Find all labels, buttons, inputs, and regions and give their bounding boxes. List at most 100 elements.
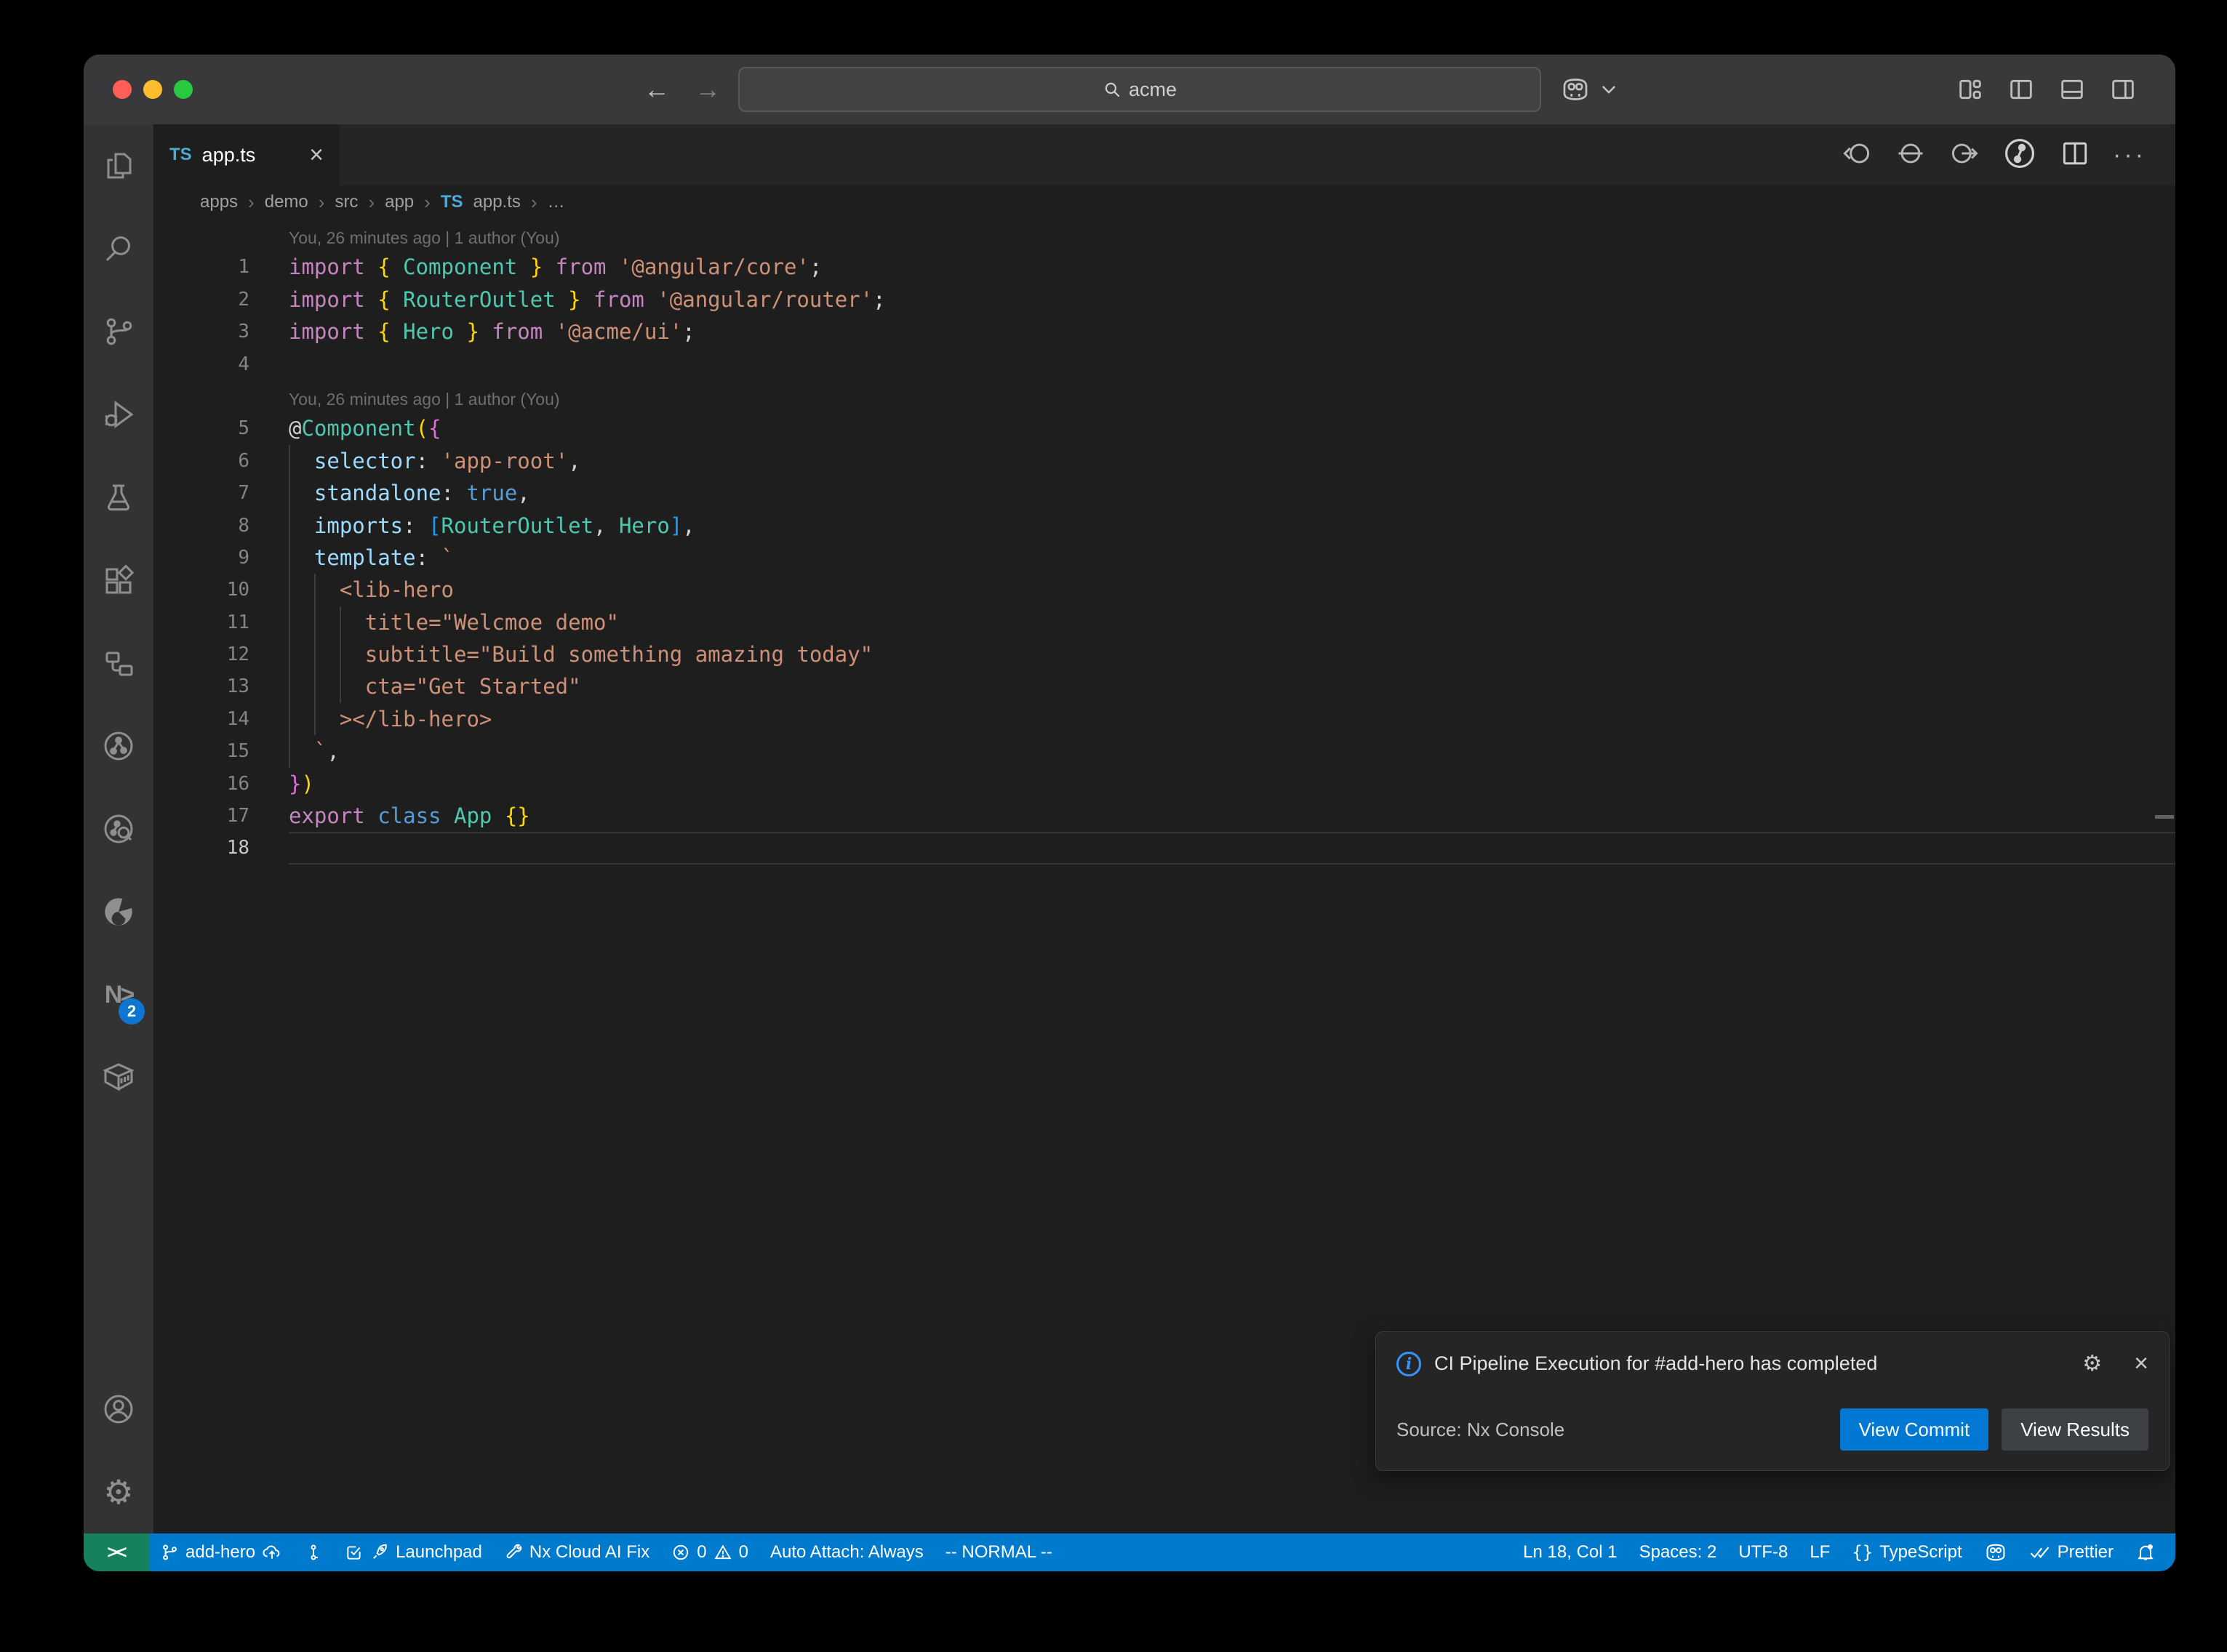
title-bar: ← → acme bbox=[84, 55, 2175, 124]
code-line-14[interactable]: 14 ></lib-hero> bbox=[153, 703, 2175, 735]
command-center-search[interactable]: acme bbox=[738, 67, 1541, 112]
commits-icon bbox=[304, 1543, 323, 1562]
indent-guide bbox=[289, 510, 290, 542]
code-line-16[interactable]: 16}) bbox=[153, 768, 2175, 800]
indentation-item[interactable]: Spaces: 2 bbox=[1628, 1533, 1728, 1571]
vim-mode-item[interactable]: -- NORMAL -- bbox=[935, 1533, 1063, 1571]
code-line-8[interactable]: 8 imports: [RouterOutlet, Hero], bbox=[153, 510, 2175, 542]
language-mode-item[interactable]: {} TypeScript bbox=[1841, 1533, 1972, 1571]
search-icon bbox=[1103, 80, 1122, 99]
chevron-down-icon[interactable] bbox=[1601, 84, 1617, 95]
circle-arrow-right-icon[interactable] bbox=[1948, 137, 1980, 173]
code-line-15[interactable]: 15 `, bbox=[153, 735, 2175, 767]
launchpad-item[interactable]: Launchpad bbox=[334, 1533, 493, 1571]
copilot-status-item[interactable] bbox=[1973, 1533, 2018, 1571]
line-number: 3 bbox=[153, 316, 289, 348]
braces-icon: {} bbox=[1852, 1542, 1873, 1563]
notification-settings-gear-icon[interactable]: ⚙ bbox=[2082, 1351, 2102, 1376]
code-line-5[interactable]: 5@Component({ bbox=[153, 412, 2175, 444]
package-icon[interactable] bbox=[84, 1036, 153, 1119]
cursor-position-item[interactable]: Ln 18, Col 1 bbox=[1512, 1533, 1628, 1571]
code-line-11[interactable]: 11 title="Welcmoe demo" bbox=[153, 606, 2175, 638]
search-view-icon[interactable] bbox=[84, 207, 153, 290]
error-icon bbox=[671, 1543, 690, 1562]
warning-icon bbox=[713, 1543, 732, 1562]
more-actions-icon[interactable]: ··· bbox=[2113, 141, 2146, 169]
history-back-icon[interactable]: ← bbox=[644, 74, 670, 105]
notification-close-icon[interactable]: × bbox=[2134, 1350, 2148, 1378]
nx-cloud-item[interactable]: Nx Cloud AI Fix bbox=[493, 1533, 660, 1571]
indent-guide bbox=[289, 606, 290, 638]
circle-dash-icon[interactable] bbox=[1895, 137, 1927, 173]
code-line-7[interactable]: 7 standalone: true, bbox=[153, 477, 2175, 509]
code-line-12[interactable]: 12 subtitle="Build something amazing tod… bbox=[153, 638, 2175, 670]
eol-item[interactable]: LF bbox=[1799, 1533, 1841, 1571]
line-number: 16 bbox=[153, 768, 289, 800]
notifications-bell-item[interactable] bbox=[2124, 1533, 2167, 1571]
breadcrumb-trail[interactable]: … bbox=[548, 192, 565, 212]
copilot-icon[interactable] bbox=[1560, 76, 1591, 103]
extensions-icon[interactable] bbox=[84, 539, 153, 622]
line-number: 2 bbox=[153, 284, 289, 316]
code-line-1[interactable]: 1import { Component } from '@angular/cor… bbox=[153, 251, 2175, 283]
indent-guide bbox=[289, 574, 290, 606]
commits-item[interactable] bbox=[293, 1533, 334, 1571]
problems-item[interactable]: 0 0 bbox=[660, 1533, 759, 1571]
zoom-window-button[interactable] bbox=[174, 80, 193, 99]
breadcrumb-item[interactable]: apps bbox=[200, 192, 238, 212]
breadcrumb-item[interactable]: src bbox=[335, 192, 358, 212]
chevron-right-icon: › bbox=[531, 191, 537, 214]
indent-guide bbox=[340, 638, 341, 670]
indent-guide bbox=[340, 670, 341, 702]
breadcrumb-item[interactable]: demo bbox=[265, 192, 308, 212]
nav-back-circle-icon[interactable] bbox=[1841, 137, 1873, 173]
explorer-icon[interactable] bbox=[84, 124, 153, 207]
commit-graph-circle-icon[interactable] bbox=[2002, 136, 2037, 175]
indent-guide bbox=[289, 735, 290, 767]
hierarchy-view-icon[interactable] bbox=[84, 622, 153, 705]
toggle-secondary-sidebar-icon[interactable] bbox=[2108, 75, 2138, 104]
customize-layout-icon[interactable] bbox=[1956, 75, 1985, 104]
formatter-item[interactable]: Prettier bbox=[2018, 1533, 2124, 1571]
toggle-panel-icon[interactable] bbox=[2058, 75, 2087, 104]
copilot-icon bbox=[1984, 1542, 2007, 1563]
code-line-9[interactable]: 9 template: ` bbox=[153, 542, 2175, 574]
nx-console-icon[interactable]: N> 2 bbox=[84, 953, 153, 1036]
indent-guide bbox=[314, 638, 316, 670]
testing-icon[interactable] bbox=[84, 456, 153, 539]
close-window-button[interactable] bbox=[113, 80, 132, 99]
code-line-2[interactable]: 2import { RouterOutlet } from '@angular/… bbox=[153, 284, 2175, 316]
history-forward-icon[interactable]: → bbox=[695, 74, 721, 105]
breadcrumb: apps › demo › src › app › TS app.ts › … bbox=[153, 185, 2175, 219]
view-commit-button[interactable]: View Commit bbox=[1840, 1408, 1989, 1451]
code-line-4[interactable]: 4 bbox=[153, 348, 2175, 380]
line-number: 11 bbox=[153, 606, 289, 638]
source-control-icon[interactable] bbox=[84, 290, 153, 373]
git-branch-item[interactable]: add-hero bbox=[149, 1533, 293, 1571]
split-editor-icon[interactable] bbox=[2059, 137, 2091, 173]
tab-close-icon[interactable]: × bbox=[309, 143, 324, 167]
run-debug-icon[interactable] bbox=[84, 373, 153, 456]
tab-app-ts[interactable]: TS app.ts × bbox=[153, 124, 340, 185]
code-line-3[interactable]: 3import { Hero } from '@acme/ui'; bbox=[153, 316, 2175, 348]
minimize-window-button[interactable] bbox=[143, 80, 162, 99]
graph-search-icon[interactable] bbox=[84, 787, 153, 870]
code-line-17[interactable]: 17export class App {} bbox=[153, 800, 2175, 832]
tab-bar: TS app.ts × bbox=[153, 124, 2175, 185]
project-graph-icon[interactable] bbox=[84, 705, 153, 787]
settings-gear-icon[interactable]: ⚙ bbox=[84, 1451, 153, 1533]
toggle-primary-sidebar-icon[interactable] bbox=[2007, 75, 2036, 104]
breadcrumb-item[interactable]: app bbox=[385, 192, 414, 212]
console-swirl-icon[interactable] bbox=[84, 870, 153, 953]
nx-badge: 2 bbox=[119, 998, 145, 1025]
code-line-10[interactable]: 10 <lib-hero bbox=[153, 574, 2175, 606]
code-line-6[interactable]: 6 selector: 'app-root', bbox=[153, 445, 2175, 477]
remote-indicator[interactable]: >< bbox=[84, 1533, 149, 1571]
account-icon[interactable] bbox=[84, 1368, 153, 1451]
encoding-item[interactable]: UTF-8 bbox=[1727, 1533, 1799, 1571]
code-line-18[interactable]: 18 bbox=[153, 832, 2175, 864]
breadcrumb-file[interactable]: app.ts bbox=[473, 192, 521, 212]
code-line-13[interactable]: 13 cta="Get Started" bbox=[153, 670, 2175, 702]
auto-attach-item[interactable]: Auto Attach: Always bbox=[759, 1533, 935, 1571]
view-results-button[interactable]: View Results bbox=[2002, 1408, 2148, 1451]
